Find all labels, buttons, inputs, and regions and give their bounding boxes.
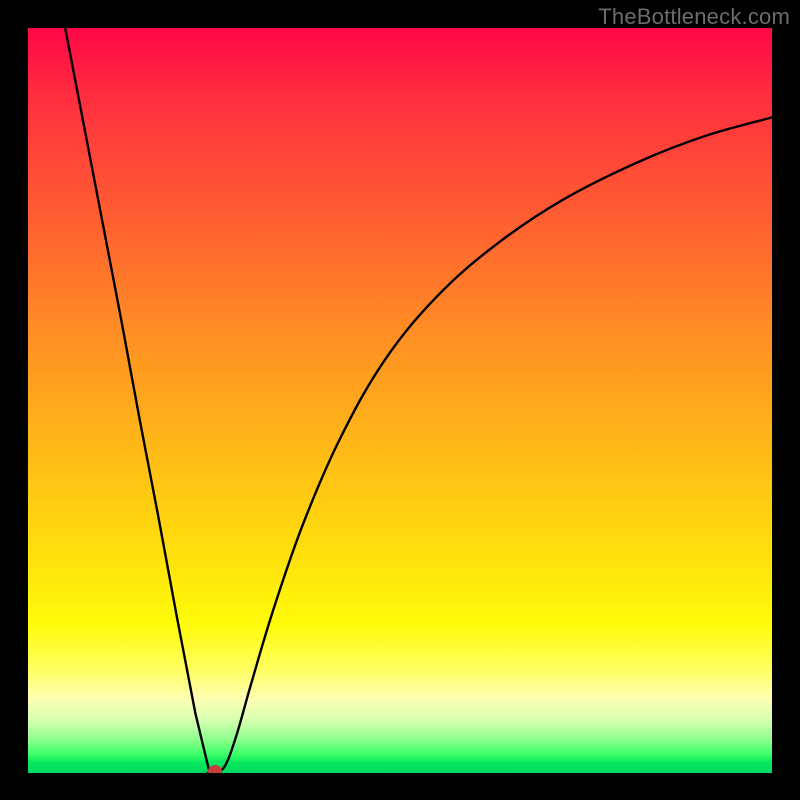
chart-frame: TheBottleneck.com	[0, 0, 800, 800]
bottleneck-curve	[28, 28, 772, 773]
minimum-marker-dot	[208, 765, 222, 773]
attribution-text: TheBottleneck.com	[598, 4, 790, 30]
plot-area	[28, 28, 772, 773]
